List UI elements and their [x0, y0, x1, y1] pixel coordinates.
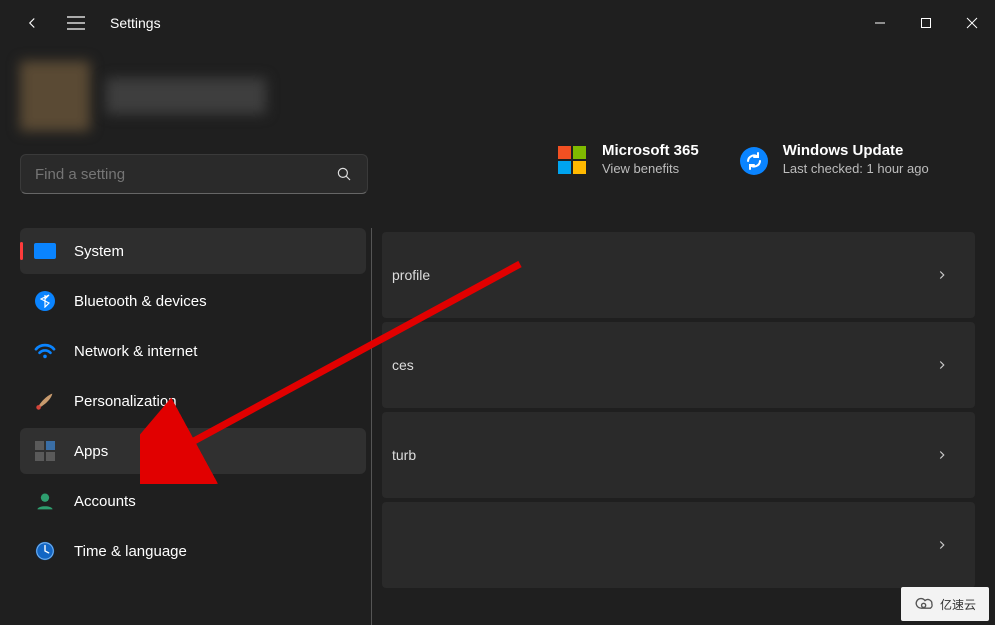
maximize-button[interactable]: [903, 0, 949, 46]
chevron-right-icon: [935, 538, 949, 552]
card-title: Windows Update: [783, 142, 929, 159]
nav-item-personalization[interactable]: Personalization: [20, 378, 366, 424]
nav-item-accounts[interactable]: Accounts: [20, 478, 366, 524]
paintbrush-icon: [34, 390, 56, 412]
nav-label: Accounts: [74, 493, 136, 510]
chevron-right-icon: [935, 358, 949, 372]
row-fragment: ces: [392, 357, 414, 373]
apps-icon: [34, 440, 56, 462]
card-title: Microsoft 365: [602, 142, 699, 159]
avatar: [20, 61, 90, 131]
microsoft-logo-icon: [558, 146, 588, 176]
title-bar: Settings: [0, 0, 995, 46]
nav-label: Bluetooth & devices: [74, 293, 207, 310]
window-title: Settings: [110, 15, 161, 31]
nav-item-system[interactable]: System: [20, 228, 366, 274]
watermark: 亿速云: [901, 587, 989, 621]
nav-list: System Bluetooth & devices Network & int…: [20, 228, 372, 625]
main-pane: Microsoft 365 View benefits Windows Upda…: [372, 46, 995, 625]
wifi-icon: [34, 340, 56, 362]
nav-item-network[interactable]: Network & internet: [20, 328, 366, 374]
nav-label: System: [74, 243, 124, 260]
card-subtitle: Last checked: 1 hour ago: [783, 161, 929, 176]
row-fragment: profile: [392, 267, 430, 283]
profile-name-redacted: [106, 78, 266, 114]
clock-icon: [34, 540, 56, 562]
sidebar: System Bluetooth & devices Network & int…: [0, 46, 372, 625]
nav-item-bluetooth[interactable]: Bluetooth & devices: [20, 278, 366, 324]
system-icon: [34, 240, 56, 262]
window-controls: [857, 0, 995, 46]
close-button[interactable]: [949, 0, 995, 46]
bluetooth-icon: [34, 290, 56, 312]
card-microsoft-365[interactable]: Microsoft 365 View benefits: [558, 142, 699, 176]
card-windows-update[interactable]: Windows Update Last checked: 1 hour ago: [739, 142, 929, 176]
search-box[interactable]: [20, 154, 368, 194]
minimize-button[interactable]: [857, 0, 903, 46]
settings-row[interactable]: turb: [382, 412, 975, 498]
chevron-right-icon: [935, 448, 949, 462]
watermark-text: 亿速云: [940, 596, 976, 613]
chevron-right-icon: [935, 268, 949, 282]
nav-item-time-language[interactable]: Time & language: [20, 528, 366, 574]
settings-row[interactable]: profile: [382, 232, 975, 318]
settings-rows: profile ces turb: [382, 232, 975, 588]
hamburger-menu-icon[interactable]: [66, 13, 86, 33]
card-subtitle: View benefits: [602, 161, 699, 176]
nav-label: Personalization: [74, 393, 177, 410]
back-button[interactable]: [22, 13, 42, 33]
accounts-icon: [34, 490, 56, 512]
search-input[interactable]: [35, 166, 335, 183]
row-fragment: turb: [392, 447, 416, 463]
profile-area[interactable]: [20, 56, 372, 136]
nav-label: Network & internet: [74, 343, 197, 360]
nav-label: Apps: [74, 443, 108, 460]
nav-label: Time & language: [74, 543, 187, 560]
update-icon: [739, 146, 769, 176]
settings-row[interactable]: [382, 502, 975, 588]
nav-item-apps[interactable]: Apps: [20, 428, 366, 474]
settings-row[interactable]: ces: [382, 322, 975, 408]
search-icon: [335, 165, 353, 183]
